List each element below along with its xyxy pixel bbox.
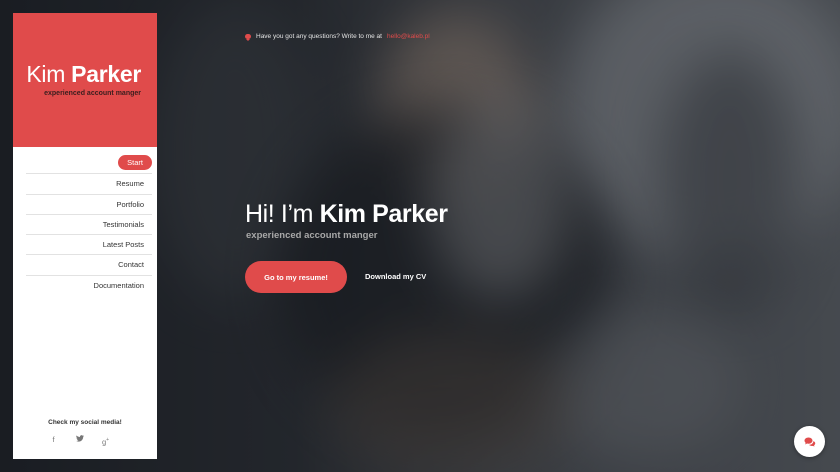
chat-button[interactable] [794,426,825,457]
hero-title: Hi! I’m Kim Parker [245,200,448,229]
nav-item-contact[interactable]: Contact [26,254,152,274]
social-title: Check my social media! [48,419,122,426]
hero-name: Kim Parker [319,200,448,228]
download-cv-link[interactable]: Download my CV [365,272,426,281]
sidebar-header: Kim Parker experienced account manger [13,13,157,147]
google-plus-icon[interactable]: g+ [101,434,110,447]
facebook-icon[interactable]: f [49,434,58,446]
nav-item-start[interactable]: Start [26,153,152,173]
brand-name: Kim Parker [26,61,141,88]
go-to-resume-button[interactable]: Go to my resume! [245,261,347,293]
hero-subtitle: experienced account manger [246,230,378,241]
brand-tagline: experienced account manger [44,90,141,97]
contact-text: Have you got any questions? Write to me … [256,33,382,40]
chat-icon [804,437,815,447]
nav-item-portfolio[interactable]: Portfolio [26,193,152,214]
nav-item-latest-posts[interactable]: Latest Posts [26,234,152,254]
brand-first-name: Kim [26,61,66,87]
hero-greeting: Hi! I’m [245,200,314,228]
nav-item-testimonials[interactable]: Testimonials [26,213,152,234]
twitter-icon[interactable] [75,434,84,446]
nav-item-documentation[interactable]: Documentation [26,274,152,295]
contact-email-link[interactable]: hello@kaleb.pl [387,33,430,40]
social-links: f g+ [49,434,110,447]
chat-bubble-icon [245,34,251,41]
contact-line: Have you got any questions? Write to me … [245,33,430,41]
nav-item-resume[interactable]: Resume [26,173,152,193]
brand-last-name: Parker [71,61,141,87]
sidebar: Kim Parker experienced account manger St… [13,13,157,459]
sidebar-nav: Start Resume Portfolio Testimonials Late… [26,153,152,295]
